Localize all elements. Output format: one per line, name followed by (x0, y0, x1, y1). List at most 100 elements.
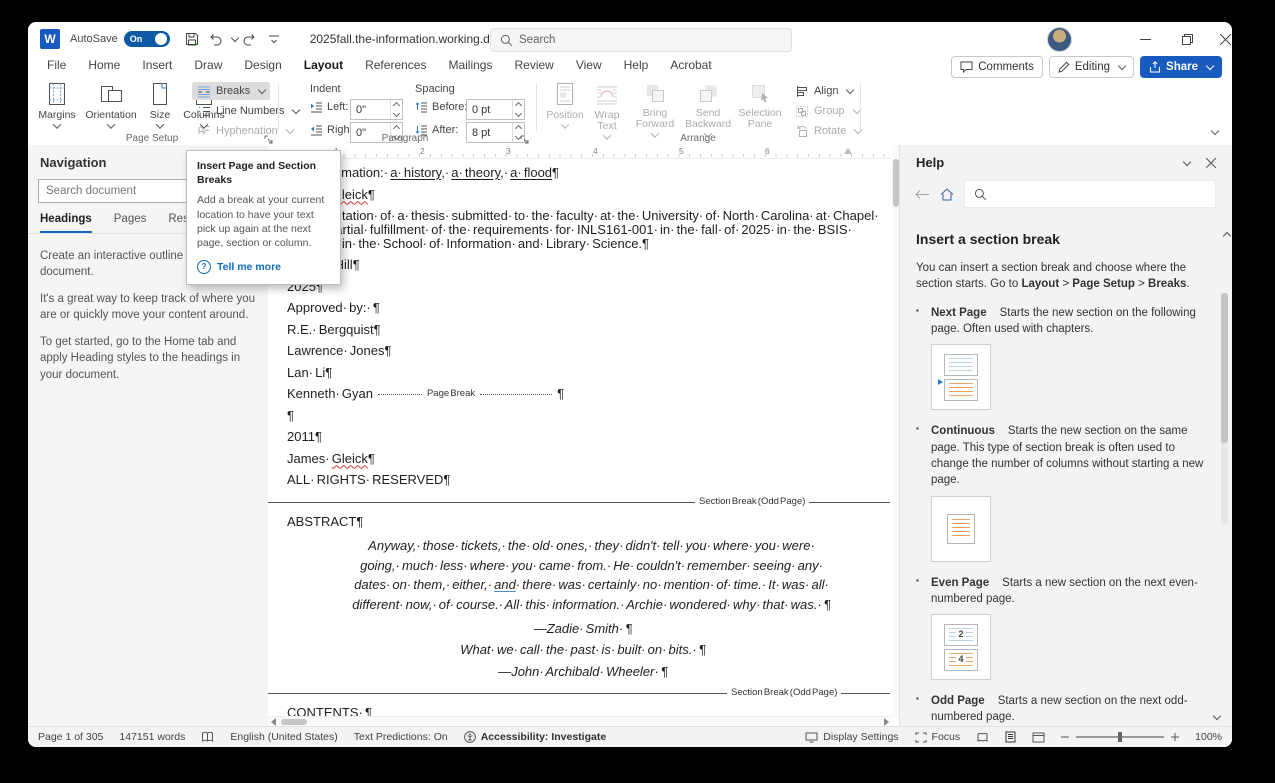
help-intro: You can insert a section break and choos… (916, 260, 1206, 293)
indent-left-spinner[interactable] (390, 100, 402, 119)
share-button[interactable]: Share (1140, 56, 1222, 78)
spacing-before-label: Before: (415, 101, 467, 113)
doc-line: Approved· by:· ¶ (287, 301, 879, 315)
undo-icon[interactable] (205, 28, 227, 50)
zoom-thumb[interactable] (1118, 732, 1122, 742)
zoom-slider[interactable] (1061, 733, 1179, 741)
indent-left-icon (310, 102, 323, 113)
nav-paragraph: To get started, go to the Home tab and a… (40, 334, 256, 382)
doc-quote-2: What· we· call· the· past· is· built· on… (287, 643, 879, 657)
zoom-out-icon[interactable] (1061, 733, 1069, 741)
nav-tab-pages[interactable]: Pages (114, 213, 147, 233)
paragraph-dialog-launcher[interactable] (520, 132, 531, 143)
doc-author-line: James· Gleick¶ (287, 188, 879, 202)
close-button[interactable] (1206, 22, 1232, 56)
restore-button[interactable] (1168, 22, 1206, 56)
margins-icon (44, 81, 70, 107)
word-logo-icon[interactable]: W (40, 29, 60, 49)
home-icon[interactable] (940, 188, 954, 201)
tab-design[interactable]: Design (233, 56, 292, 78)
section-break: Section Break (Odd Page) (287, 686, 879, 701)
orientation-button[interactable]: Orientation (82, 81, 140, 129)
tell-me-more-link[interactable]: ? Tell me more (197, 260, 330, 274)
zoom-in-icon[interactable] (1171, 733, 1179, 741)
send-backward-icon (696, 81, 720, 105)
page-setup-dialog-launcher[interactable] (264, 132, 275, 143)
spacing-before-spinner[interactable] (512, 100, 524, 119)
navigation-title: Navigation (40, 155, 106, 170)
tab-layout[interactable]: Layout (293, 56, 354, 80)
tab-help[interactable]: Help (613, 56, 660, 78)
selection-pane-button: Selection Pane (736, 81, 784, 130)
customize-qat-icon[interactable] (263, 28, 285, 50)
read-mode-button[interactable] (976, 732, 989, 743)
word-window: W AutoSave On 2025fall.the-information.w… (28, 22, 1232, 747)
web-layout-button[interactable] (1032, 732, 1045, 743)
tab-view[interactable]: View (565, 56, 613, 78)
tab-references[interactable]: References (354, 56, 437, 78)
tab-insert[interactable]: Insert (131, 56, 183, 78)
indent-marker[interactable] (844, 148, 852, 154)
position-button: Position (544, 81, 586, 129)
document-canvas[interactable]: 1 2 3 4 5 6 The· information:· a· histor… (268, 145, 900, 727)
breaks-button[interactable]: Breaks (192, 82, 270, 100)
proofing-icon[interactable] (201, 731, 214, 743)
indent-left-input[interactable]: 0" (350, 99, 403, 120)
scroll-right-icon[interactable] (884, 718, 889, 726)
tab-review[interactable]: Review (503, 56, 564, 78)
spacing-before-input[interactable]: 0 pt (466, 99, 525, 120)
collapse-ribbon-icon[interactable] (1208, 121, 1218, 139)
tab-acrobat[interactable]: Acrobat (659, 56, 722, 78)
tooltip-title: Insert Page and Section Breaks (197, 159, 330, 187)
redo-icon[interactable] (239, 28, 261, 50)
editing-button[interactable]: Editing (1049, 56, 1134, 78)
word-count[interactable]: 147151 words (119, 731, 185, 743)
horizontal-scrollbar-thumb[interactable] (281, 719, 307, 725)
help-close-icon[interactable] (1206, 158, 1216, 168)
spacing-before-icon (415, 102, 428, 113)
zoom-level[interactable]: 100% (1195, 731, 1222, 743)
size-button[interactable]: Size (140, 81, 180, 129)
comments-button[interactable]: Comments (951, 56, 1043, 78)
scroll-left-icon[interactable] (271, 718, 276, 726)
nav-tab-headings[interactable]: Headings (40, 213, 92, 233)
doc-line: 2025¶ (287, 280, 879, 294)
search-input[interactable]: Search (490, 28, 792, 52)
display-settings-icon (805, 732, 818, 743)
collapse-section-icon[interactable] (1223, 232, 1231, 240)
tab-mailings[interactable]: Mailings (437, 56, 503, 78)
comment-icon (960, 61, 973, 73)
help-options-chevron-icon[interactable] (1183, 157, 1191, 165)
margins-button[interactable]: Margins (34, 81, 80, 129)
minimize-button[interactable] (1126, 22, 1164, 56)
help-search-input[interactable] (964, 180, 1216, 208)
help-item-even-page: Even PageStarts a new section on the nex… (916, 575, 1206, 608)
save-icon[interactable] (181, 28, 203, 50)
tab-home[interactable]: Home (77, 56, 131, 78)
line-numbers-icon (197, 105, 211, 118)
focus-button[interactable]: Focus (915, 731, 961, 743)
avatar[interactable] (1047, 27, 1072, 52)
display-settings-button[interactable]: Display Settings (805, 731, 898, 743)
line-numbers-button[interactable]: Line Numbers (192, 102, 304, 120)
document-text[interactable]: The· information:· a· history,· a· theor… (287, 166, 879, 727)
text-predictions[interactable]: Text Predictions: On (354, 731, 448, 743)
document-title[interactable]: 2025fall.the-information.working.docx (310, 32, 509, 46)
accessibility-icon (464, 731, 476, 743)
accessibility-status[interactable]: Accessibility: Investigate (464, 731, 606, 743)
ribbon-tab-row: File Home Insert Draw Design Layout Refe… (28, 56, 1232, 78)
undo-chevron-icon[interactable] (230, 34, 238, 42)
align-button[interactable]: Align (790, 82, 858, 100)
zoom-track[interactable] (1076, 736, 1164, 738)
back-icon[interactable] (914, 189, 930, 200)
doc-abstract-heading: ABSTRACT¶ (287, 515, 879, 529)
autosave-toggle[interactable]: On (124, 31, 170, 47)
tab-draw[interactable]: Draw (183, 56, 233, 78)
print-layout-button[interactable] (1005, 731, 1016, 743)
page-indicator[interactable]: Page 1 of 305 (38, 731, 103, 743)
help-scrollbar[interactable] (1221, 293, 1228, 525)
tooltip-body: Add a break at your current location to … (197, 193, 330, 250)
language-indicator[interactable]: English (United States) (230, 731, 337, 743)
help-scrollbar-thumb[interactable] (1221, 293, 1228, 443)
tab-file[interactable]: File (36, 56, 77, 78)
